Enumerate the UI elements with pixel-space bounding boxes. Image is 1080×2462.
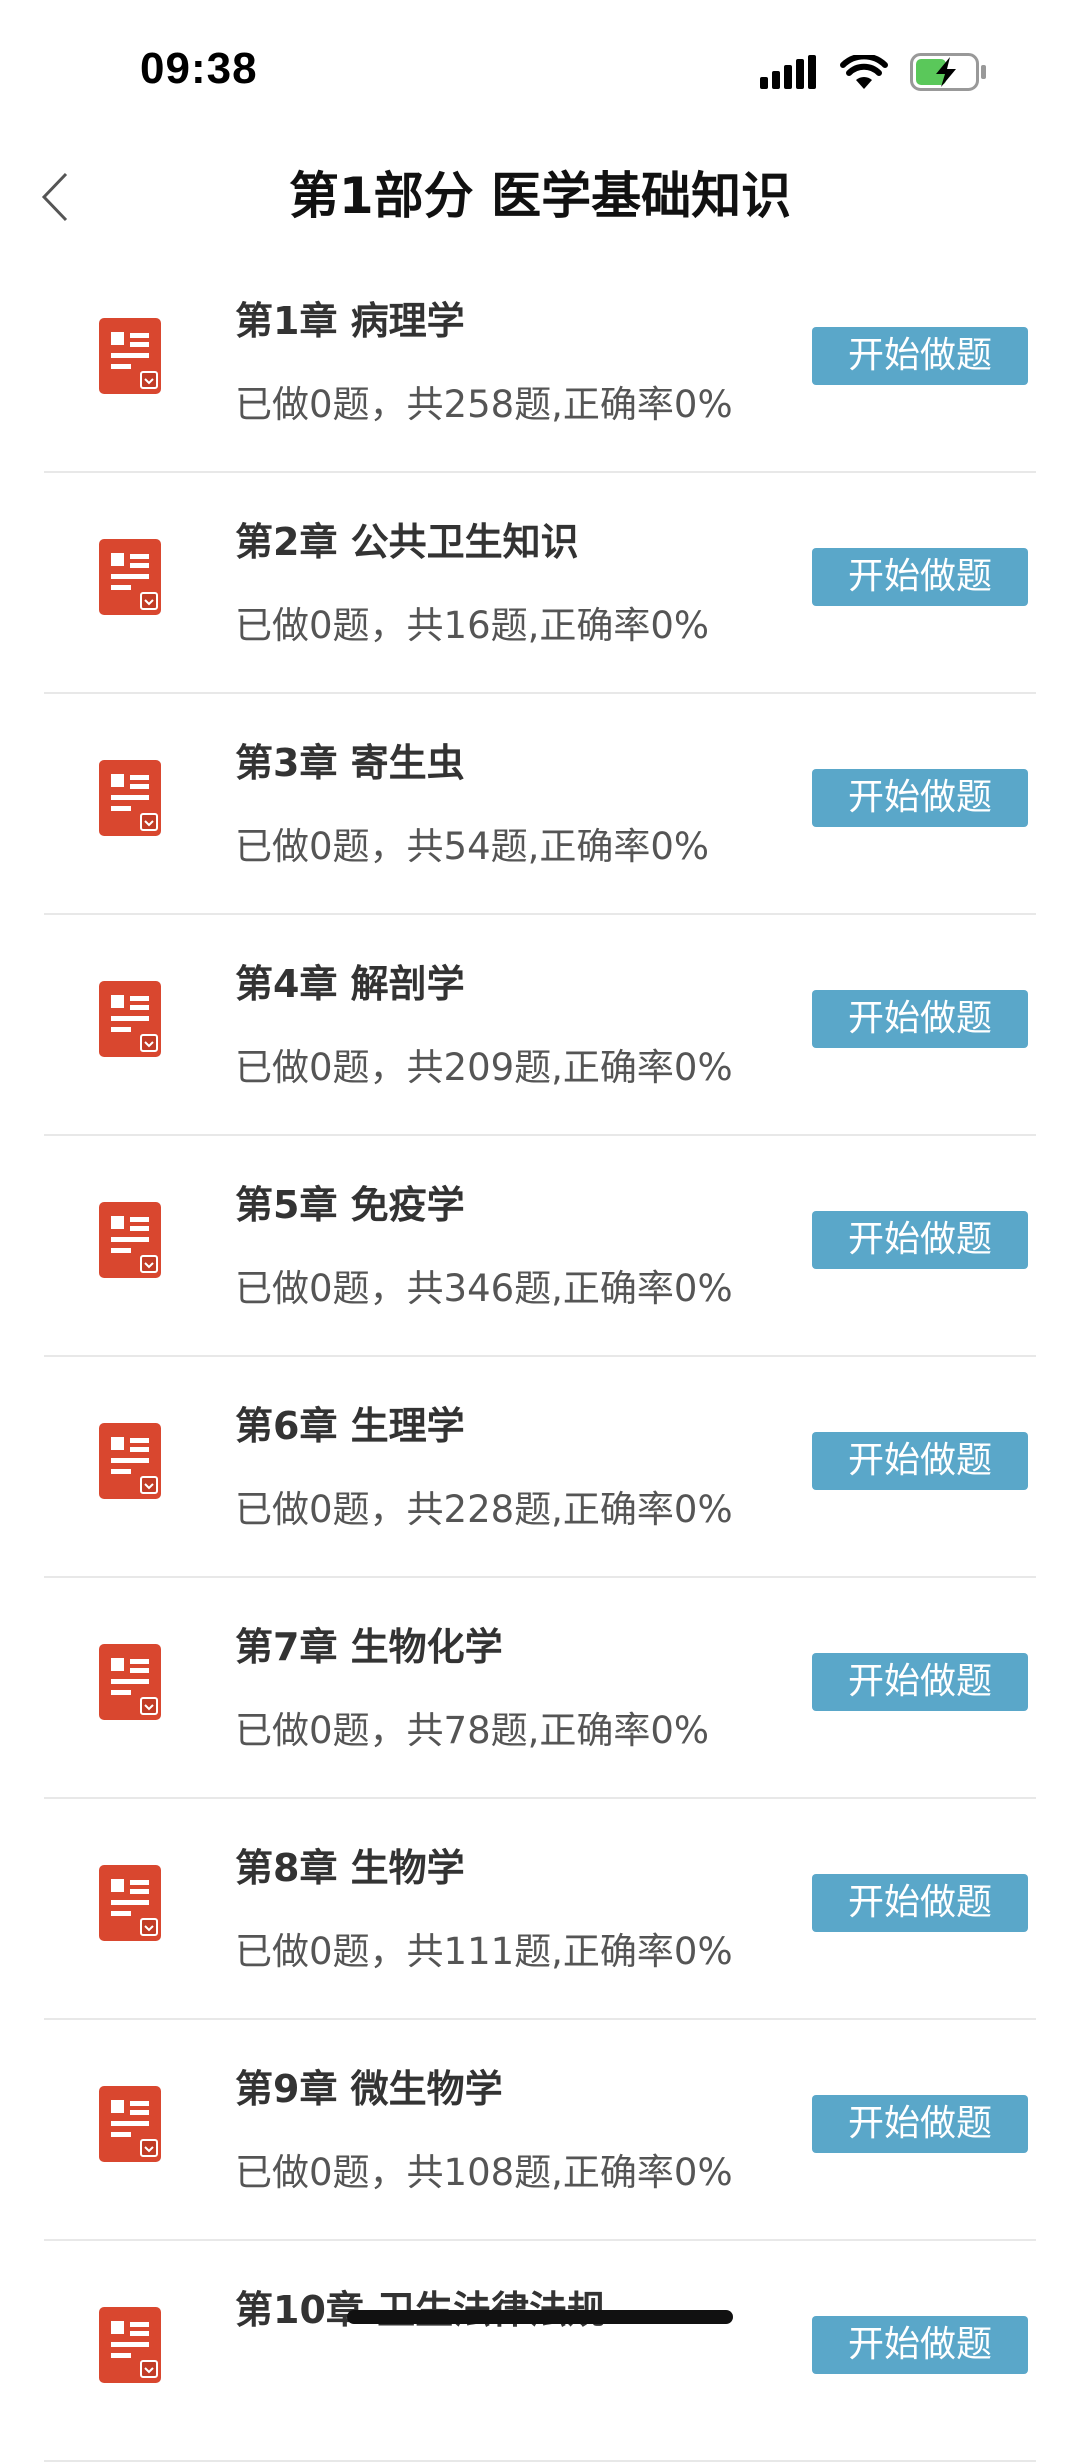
list-item[interactable]: 第7章 生物化学已做0题，共78题,正确率0% 开始做题 xyxy=(44,1578,1036,1799)
list-item[interactable]: 第2章 公共卫生知识已做0题，共16题,正确率0% 开始做题 xyxy=(44,473,1036,694)
chapter-title: 第3章 寄生虫 xyxy=(235,741,465,785)
chapter-title: 第6章 生理学 xyxy=(235,1404,465,1448)
document-icon xyxy=(99,1644,161,1720)
chapter-title: 第8章 生物学 xyxy=(235,1846,465,1890)
chapter-progress: 已做0题，共228题,正确率0% xyxy=(235,1488,733,1531)
document-icon xyxy=(99,760,161,836)
chapter-title: 第10章 卫生法律法规 xyxy=(235,2288,605,2332)
chapter-progress: 已做0题，共78题,正确率0% xyxy=(235,1709,710,1752)
signal-icon xyxy=(760,55,816,89)
start-quiz-button[interactable]: 开始做题 xyxy=(812,327,1028,385)
document-icon xyxy=(99,539,161,615)
chapter-progress: 已做0题，共258题,正确率0% xyxy=(235,383,733,426)
start-quiz-button[interactable]: 开始做题 xyxy=(812,2095,1028,2153)
home-indicator[interactable] xyxy=(347,2310,733,2324)
list-item[interactable]: 第8章 生物学已做0题，共111题,正确率0% 开始做题 xyxy=(44,1799,1036,2020)
page-title: 第1部分 医学基础知识 xyxy=(288,167,792,225)
document-icon xyxy=(99,1865,161,1941)
list-item[interactable]: 第6章 生理学已做0题，共228题,正确率0% 开始做题 xyxy=(44,1357,1036,1578)
document-icon xyxy=(99,2086,161,2162)
start-quiz-button[interactable]: 开始做题 xyxy=(812,548,1028,606)
start-quiz-button[interactable]: 开始做题 xyxy=(812,1432,1028,1490)
document-icon xyxy=(99,1423,161,1499)
chapter-progress: 已做0题，共54题,正确率0% xyxy=(235,825,710,868)
list-item[interactable]: 第5章 免疫学已做0题，共346题,正确率0% 开始做题 xyxy=(44,1136,1036,1357)
document-icon xyxy=(99,2307,161,2383)
list-item[interactable]: 第3章 寄生虫已做0题，共54题,正确率0% 开始做题 xyxy=(44,694,1036,915)
chapter-progress: 已做0题，共209题,正确率0% xyxy=(235,1046,733,1089)
chapter-list: 第1章 病理学 已做0题，共258题,正确率0% 开始做题 第2章 公共卫生知识 已做0… xyxy=(0,252,1080,2462)
document-icon xyxy=(99,1202,161,1278)
start-quiz-button[interactable]: 开始做题 xyxy=(812,1211,1028,1269)
chapter-progress: 已做0题，共346题,正确率0% xyxy=(235,1267,733,1310)
chapter-progress: 已做0题，共108题,正确率0% xyxy=(235,2151,733,2194)
start-quiz-button[interactable]: 开始做题 xyxy=(812,1874,1028,1932)
chapter-title: 第1章 病理学 xyxy=(235,299,465,343)
chapter-title: 第5章 免疫学 xyxy=(235,1183,465,1227)
chapter-progress: 已做0题，共111题,正确率0% xyxy=(235,1930,733,1973)
list-item[interactable]: 第10章 卫生法律法规开始做题 xyxy=(44,2241,1036,2462)
list-item[interactable]: 第9章 微生物学已做0题，共108题,正确率0% 开始做题 xyxy=(44,2020,1036,2241)
start-quiz-button[interactable]: 开始做题 xyxy=(812,2316,1028,2374)
list-item[interactable]: 第4章 解剖学已做0题，共209题,正确率0% 开始做题 xyxy=(44,915,1036,1136)
start-quiz-button[interactable]: 开始做题 xyxy=(812,1653,1028,1711)
chapter-title: 第2章 公共卫生知识 xyxy=(235,520,579,564)
list-item[interactable]: 第1章 病理学已做0题，共258题,正确率0% 开始做题 xyxy=(44,252,1036,473)
status-bar: 09:38 xyxy=(0,0,1080,140)
wifi-icon xyxy=(840,55,888,89)
start-quiz-button[interactable]: 开始做题 xyxy=(812,990,1028,1048)
status-icons xyxy=(760,50,988,94)
document-icon xyxy=(99,981,161,1057)
chapter-title: 第4章 解剖学 xyxy=(235,962,465,1006)
chapter-progress: 已做0题，共16题,正确率0% xyxy=(235,604,710,647)
status-time: 09:38 xyxy=(140,44,258,93)
battery-charging-icon xyxy=(910,53,986,91)
chapter-title: 第7章 生物化学 xyxy=(235,1625,503,1669)
nav-bar: 第1部分 医学基础知识 xyxy=(0,140,1080,250)
document-icon xyxy=(99,318,161,394)
chapter-title: 第9章 微生物学 xyxy=(235,2067,503,2111)
start-quiz-button[interactable]: 开始做题 xyxy=(812,769,1028,827)
